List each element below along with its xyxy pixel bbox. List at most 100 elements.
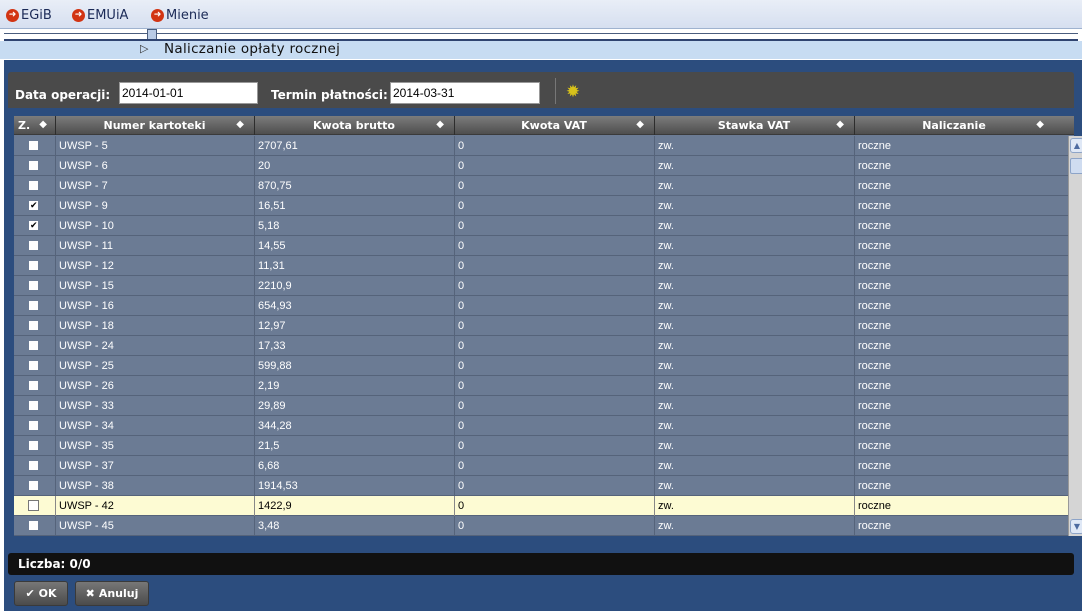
table-row[interactable]: UWSP - 7 870,75 0 zw. roczne [14,176,1068,196]
cell-brutto: 21,5 [258,440,280,452]
table-row[interactable]: UWSP - 34 344,28 0 zw. roczne [14,416,1068,436]
table-row[interactable]: UWSP - 18 12,97 0 zw. roczne [14,316,1068,336]
x-icon: ✖ [85,587,95,600]
table-row[interactable]: UWSP - 35 21,5 0 zw. roczne [14,436,1068,456]
cell-stawka: zw. [658,160,674,172]
table-row[interactable]: UWSP - 45 3,48 0 zw. roczne [14,516,1068,536]
cell-vat: 0 [458,460,465,472]
table-row[interactable]: UWSP - 16 654,93 0 zw. roczne [14,296,1068,316]
table-row[interactable]: UWSP - 12 11,31 0 zw. roczne [14,256,1068,276]
cell-naliczanie: roczne [858,180,892,192]
cell-brutto: 599,88 [258,360,292,372]
row-checkbox[interactable] [29,421,38,430]
row-checkbox[interactable]: ✔ [29,201,38,211]
row-checkbox[interactable] [29,141,38,150]
row-checkbox[interactable] [29,401,38,410]
row-checkbox[interactable] [29,481,38,490]
scroll-down-icon[interactable]: ▼ [1070,519,1082,534]
column-header-naliczanie[interactable]: Naliczanie ◆ [854,116,1054,135]
row-checkbox[interactable] [29,461,38,470]
row-checkbox[interactable] [29,521,38,530]
sort-icon[interactable]: ◆ [436,119,444,130]
table-row[interactable]: UWSP - 24 17,33 0 zw. roczne [14,336,1068,356]
cell-vat: 0 [458,360,465,372]
row-checkbox[interactable] [29,261,38,270]
table-row[interactable]: UWSP - 5 2707,61 0 zw. roczne [14,136,1068,156]
cell-stawka: zw. [658,260,674,272]
scroll-up-icon[interactable]: ▲ [1070,138,1082,153]
cell-vat: 0 [458,440,465,452]
cell-numer: UWSP - 7 [59,180,108,192]
cell-numer: UWSP - 37 [59,460,114,472]
row-checkbox[interactable] [29,161,38,170]
table-row[interactable]: UWSP - 15 2210,9 0 zw. roczne [14,276,1068,296]
table-row[interactable]: UWSP - 42 1422,9 0 zw. roczne [14,496,1068,516]
gear-icon[interactable]: ✹ [563,82,583,102]
table-row[interactable]: UWSP - 33 29,89 0 zw. roczne [14,396,1068,416]
cell-numer: UWSP - 12 [59,260,114,272]
table-row[interactable]: ✔ UWSP - 9 16,51 0 zw. roczne [14,196,1068,216]
cell-naliczanie: roczne [858,360,892,372]
cell-vat: 0 [458,260,465,272]
row-checkbox[interactable] [29,181,38,190]
row-checkbox[interactable] [29,441,38,450]
collapse-triangle-icon[interactable]: ▷ [140,42,148,55]
vertical-scrollbar[interactable]: ▲ ▼ [1068,136,1082,536]
column-header-z[interactable]: Z. ◆ [14,116,55,135]
check-icon: ✔ [25,587,35,600]
due-date-label: Termin płatności: [271,88,388,102]
ok-button[interactable]: ✔ OK [14,581,68,606]
column-header-stawka-vat[interactable]: Stawka VAT ◆ [654,116,854,135]
sort-icon[interactable]: ◆ [1036,119,1044,130]
row-checkbox[interactable] [29,361,38,370]
table-row[interactable]: UWSP - 11 14,55 0 zw. roczne [14,236,1068,256]
row-checkbox[interactable]: ✔ [29,221,38,231]
cell-brutto: 344,28 [258,420,292,432]
column-header-kwota-brutto[interactable]: Kwota brutto ◆ [254,116,454,135]
cell-naliczanie: roczne [858,300,892,312]
table-row[interactable]: UWSP - 25 599,88 0 zw. roczne [14,356,1068,376]
cell-stawka: zw. [658,460,674,472]
cell-brutto: 11,31 [258,260,285,272]
sort-icon[interactable]: ◆ [636,119,644,130]
menu-item-egib[interactable]: ➜ EGiB [6,5,52,25]
row-checkbox[interactable] [29,341,38,350]
record-count: Liczba: 0/0 [18,557,91,571]
cell-brutto: 12,97 [258,320,286,332]
toolbar-separator [555,78,556,104]
cell-stawka: zw. [658,440,674,452]
table-row[interactable]: ✔ UWSP - 10 5,18 0 zw. roczne [14,216,1068,236]
cell-stawka: zw. [658,220,674,232]
due-date-input[interactable] [390,82,540,104]
cell-vat: 0 [458,480,465,492]
row-checkbox[interactable] [28,500,39,511]
cell-brutto: 16,51 [258,200,286,212]
menu-item-emuia[interactable]: ➜ EMUiA [72,5,128,25]
sort-icon[interactable]: ◆ [236,119,244,130]
row-checkbox[interactable] [29,301,38,310]
row-checkbox[interactable] [29,321,38,330]
row-checkbox[interactable] [29,281,38,290]
table-row[interactable]: UWSP - 26 2,19 0 zw. roczne [14,376,1068,396]
column-header-kwota-vat[interactable]: Kwota VAT ◆ [454,116,654,135]
table-row[interactable]: UWSP - 6 20 0 zw. roczne [14,156,1068,176]
date-input[interactable] [119,82,258,104]
cancel-button[interactable]: ✖ Anuluj [75,581,149,606]
table-row[interactable]: UWSP - 37 6,68 0 zw. roczne [14,456,1068,476]
scroll-thumb[interactable] [1070,158,1082,174]
cell-brutto: 5,18 [258,220,280,232]
cell-naliczanie: roczne [858,480,892,492]
cell-vat: 0 [458,240,465,252]
cell-vat: 0 [458,300,465,312]
row-checkbox[interactable] [29,241,38,250]
menu-item-mienie[interactable]: ➜ Mienie [151,5,209,25]
cell-stawka: zw. [658,180,674,192]
cell-naliczanie: roczne [858,140,892,152]
sort-icon[interactable]: ◆ [39,119,47,130]
cell-numer: UWSP - 15 [59,280,114,292]
sort-icon[interactable]: ◆ [836,119,844,130]
column-header-numer[interactable]: Numer kartoteki ◆ [55,116,254,135]
cell-naliczanie: roczne [858,260,892,272]
row-checkbox[interactable] [29,381,38,390]
table-row[interactable]: UWSP - 38 1914,53 0 zw. roczne [14,476,1068,496]
